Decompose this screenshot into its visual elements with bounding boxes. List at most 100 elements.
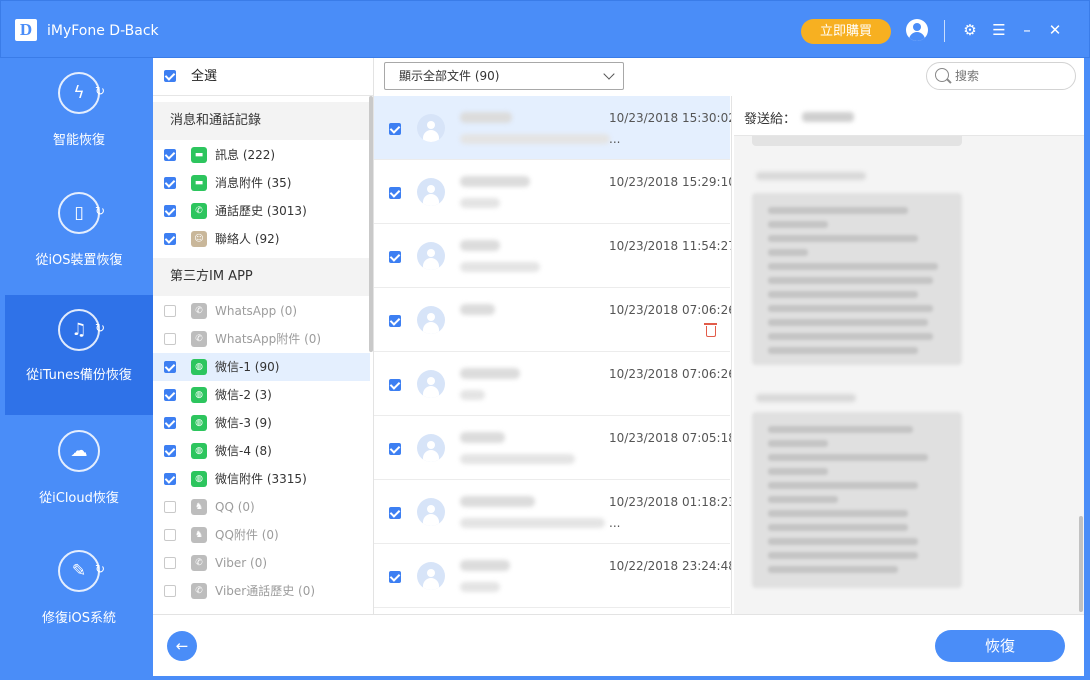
category-item[interactable]: ✆ 通話歷史 (3013): [153, 197, 370, 225]
wechat-icon: ◍: [191, 443, 207, 459]
conversation-checkbox[interactable]: [389, 315, 401, 327]
sidebar-item-ios-device[interactable]: ▯ ↻ 從iOS裝置恢復: [5, 178, 153, 298]
chevron-down-icon: [603, 68, 615, 80]
user-icon[interactable]: [906, 19, 928, 41]
category-count: (8): [254, 444, 272, 458]
contact-avatar-icon: [417, 178, 445, 206]
conversation-checkbox[interactable]: [389, 507, 401, 519]
category-item[interactable]: ✆ Viber通話歷史 (0): [153, 577, 370, 605]
conversation-row[interactable]: 10/23/2018 01:18:23...: [374, 480, 731, 544]
category-item[interactable]: ♞ QQ (0): [153, 493, 370, 521]
recover-button[interactable]: 恢復: [935, 630, 1065, 662]
buy-now-button[interactable]: 立即購買: [801, 19, 891, 44]
preview-ellipsis: ...: [609, 132, 621, 146]
conversation-checkbox[interactable]: [389, 379, 401, 391]
detail-scrollbar[interactable]: [1079, 516, 1083, 612]
title-bar: D iMyFone D-Back 立即購買 ⚙ ☰ – ✕: [0, 0, 1090, 58]
category-item[interactable]: ▬ 訊息 (222): [153, 141, 370, 169]
category-panel: 全選 消息和通話記錄 ▬ 訊息 (222) ▬ 消息附件 (35) ✆ 通話歷史 (301…: [153, 58, 374, 614]
back-button[interactable]: ←: [167, 631, 197, 661]
category-checkbox[interactable]: [164, 205, 176, 217]
conversation-row[interactable]: 10/22/2018 23:24:48: [374, 544, 731, 608]
category-item[interactable]: ✆ Viber (0): [153, 549, 370, 577]
phone-call-icon: ✆: [191, 203, 207, 219]
select-all-row[interactable]: 全選: [153, 58, 373, 96]
category-checkbox[interactable]: [164, 333, 176, 345]
filter-dropdown[interactable]: 顯示全部文件 (90): [384, 62, 624, 90]
category-item[interactable]: ◍ 微信-2 (3): [153, 381, 370, 409]
category-checkbox[interactable]: [164, 233, 176, 245]
category-checkbox[interactable]: [164, 557, 176, 569]
category-item[interactable]: ✆ WhatsApp附件 (0): [153, 325, 370, 353]
category-checkbox[interactable]: [164, 361, 176, 373]
category-checkbox[interactable]: [164, 585, 176, 597]
message-preview-blurred: [460, 134, 610, 144]
conversation-checkbox[interactable]: [389, 187, 401, 199]
category-checkbox[interactable]: [164, 389, 176, 401]
contacts-icon: ☺: [191, 231, 207, 247]
sidebar-item-label: 從iOS裝置恢復: [35, 253, 123, 268]
category-item[interactable]: ▬ 消息附件 (35): [153, 169, 370, 197]
category-count: (92): [254, 232, 280, 246]
conversation-checkbox[interactable]: [389, 443, 401, 455]
contact-name-blurred: [460, 368, 520, 379]
category-item[interactable]: ✆ WhatsApp (0): [153, 297, 370, 325]
conversation-row[interactable]: 10/23/2018 15:30:02...: [374, 96, 732, 160]
category-scrollbar[interactable]: [369, 96, 373, 352]
sidebar-item-icloud[interactable]: ☁ 從iCloud恢復: [5, 416, 153, 536]
sidebar: ϟ ↻ 智能恢復 ▯ ↻ 從iOS裝置恢復 ♫ ↻ 從iTunes備份恢復 ☁ 從iC…: [0, 58, 153, 680]
contact-name-blurred: [460, 304, 495, 315]
contact-name-blurred: [460, 432, 505, 443]
conversation-row[interactable]: 10/23/2018 11:54:27: [374, 224, 731, 288]
search-box[interactable]: [926, 62, 1076, 90]
gear-icon[interactable]: ⚙: [958, 18, 982, 42]
search-input[interactable]: [955, 67, 1065, 85]
minimize-icon[interactable]: –: [1015, 18, 1039, 42]
conversation-list: 10/23/2018 15:30:02... 10/23/2018 15:29:1…: [374, 96, 732, 614]
conversation-checkbox[interactable]: [389, 251, 401, 263]
whatsapp-icon: ✆: [191, 303, 207, 319]
app-logo: D: [15, 19, 37, 41]
close-icon[interactable]: ✕: [1043, 18, 1067, 42]
category-item[interactable]: ◍ 微信-3 (9): [153, 409, 370, 437]
trash-icon[interactable]: [704, 323, 717, 337]
window-frame-bottom: [0, 676, 1090, 680]
category-item[interactable]: ◍ 微信-4 (8): [153, 437, 370, 465]
category-checkbox[interactable]: [164, 529, 176, 541]
category-count: (3315): [266, 472, 307, 486]
message-bubble: [752, 193, 962, 365]
conversation-row[interactable]: 10/23/2018 15:29:10: [374, 160, 731, 224]
message-preview-blurred: [460, 262, 540, 272]
category-checkbox[interactable]: [164, 473, 176, 485]
select-all-checkbox[interactable]: [164, 70, 176, 82]
conversation-row[interactable]: 10/23/2018 07:06:26: [374, 288, 731, 352]
message-icon: ▬: [191, 147, 207, 163]
conversation-row[interactable]: 10/23/2018 07:06:26: [374, 352, 732, 416]
conversation-date: 10/23/2018 07:06:26: [609, 367, 732, 381]
category-item[interactable]: ◍ 微信附件 (3315): [153, 465, 370, 493]
conversation-checkbox[interactable]: [389, 123, 401, 135]
category-checkbox[interactable]: [164, 149, 176, 161]
menu-icon[interactable]: ☰: [987, 18, 1011, 42]
contact-avatar-icon: [417, 434, 445, 462]
sidebar-item-smart-recovery[interactable]: ϟ ↻ 智能恢復: [5, 58, 153, 178]
wechat-icon: ◍: [191, 471, 207, 487]
category-item[interactable]: ♞ QQ附件 (0): [153, 521, 370, 549]
sidebar-item-repair-ios[interactable]: ✎ ↻ 修復iOS系統: [5, 536, 153, 656]
conversation-row[interactable]: 10/23/2018 07:05:18: [374, 416, 731, 480]
conversation-checkbox[interactable]: [389, 571, 401, 583]
category-checkbox[interactable]: [164, 177, 176, 189]
conversation-date: 10/23/2018 15:30:02: [609, 111, 732, 125]
category-checkbox[interactable]: [164, 305, 176, 317]
category-label: 微信-2: [215, 388, 251, 402]
contact-avatar-icon: [417, 306, 445, 334]
app-title: iMyFone D-Back: [47, 23, 159, 39]
category-checkbox[interactable]: [164, 501, 176, 513]
category-item[interactable]: ◍ 微信-1 (90): [153, 353, 370, 381]
category-item[interactable]: ☺ 聯絡人 (92): [153, 225, 370, 253]
sidebar-item-itunes-backup[interactable]: ♫ ↻ 從iTunes備份恢復: [5, 295, 153, 415]
contact-name-blurred: [460, 112, 512, 123]
category-count: (9): [254, 416, 272, 430]
category-checkbox[interactable]: [164, 417, 176, 429]
category-checkbox[interactable]: [164, 445, 176, 457]
